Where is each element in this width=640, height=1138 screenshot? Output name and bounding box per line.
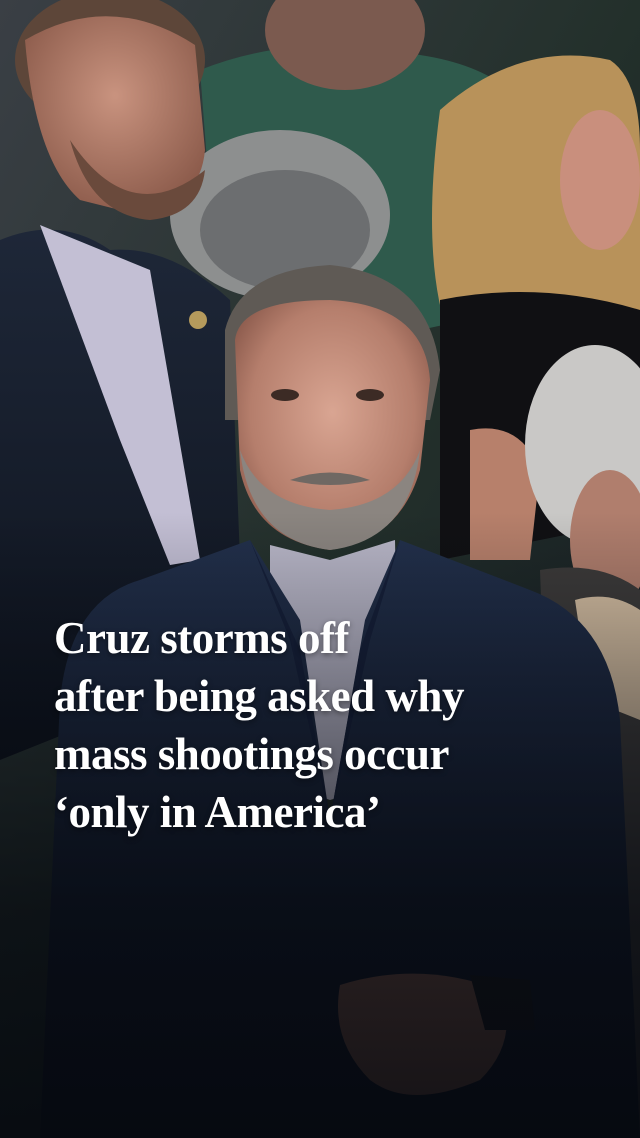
post-card[interactable]: Cruz storms off after being asked why ma… — [0, 0, 640, 1138]
headline-line-1: Cruz storms off — [54, 613, 349, 663]
headline-line-3: mass shootings occur — [54, 729, 450, 779]
headline: Cruz storms off after being asked why ma… — [54, 609, 594, 841]
photo-dark-overlay — [0, 0, 640, 1138]
headline-line-4: ‘only in America’ — [54, 787, 381, 837]
headline-line-2: after being asked why — [54, 671, 464, 721]
